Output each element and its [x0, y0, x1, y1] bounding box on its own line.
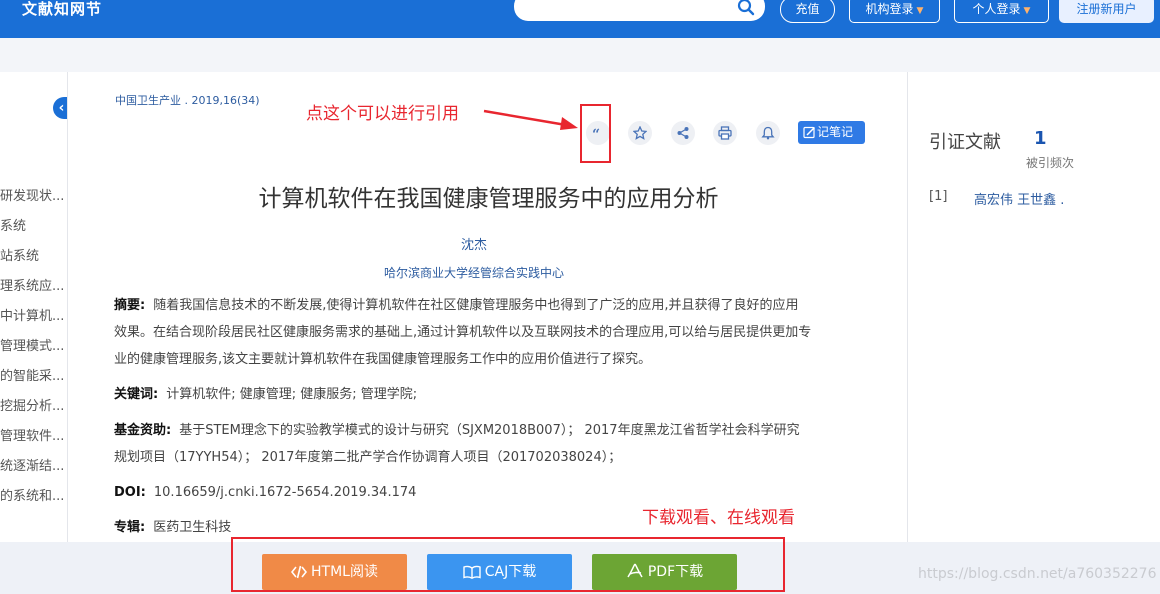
download-annotation: 下载观看、在线观看 [642, 508, 795, 528]
citation-panel-title: 引证文献 [929, 132, 1001, 153]
sidebar-item[interactable]: 管理软件... [0, 425, 67, 444]
cite-highlight-box [580, 104, 611, 163]
doi-label: DOI: [114, 485, 146, 500]
favorite-button[interactable] [628, 121, 652, 145]
share-button[interactable] [671, 121, 695, 145]
sidebar-item[interactable]: 理系统应... [0, 275, 67, 294]
annotation-arrow [483, 109, 578, 130]
institution-login-button[interactable]: 机构登录 ▼ [849, 0, 940, 23]
recharge-label: 充值 [795, 2, 820, 16]
sidebar-item[interactable]: 站系统 [0, 245, 67, 264]
abstract-label: 摘要: [114, 298, 146, 313]
bell-icon [761, 126, 775, 140]
citation-panel: 引证文献 1 被引频次 [1] 高宏伟 王世鑫 . [908, 72, 1160, 542]
doi-value: 10.16659/j.cnki.1672-5654.2019.34.174 [153, 485, 417, 500]
citation-authors[interactable]: 高宏伟 王世鑫 . [974, 189, 1064, 208]
keywords-label: 关键词: [114, 387, 159, 402]
abstract: 摘要: 随着我国信息技术的不断发展,使得计算机软件在社区健康管理服务中也得到了广泛… [114, 292, 874, 373]
doi-row: DOI: 10.16659/j.cnki.1672-5654.2019.34.17… [114, 479, 874, 506]
left-sidebar: 研发现状... 系统 站系统 理系统应... 中计算机... 管理模式... 的… [0, 72, 67, 542]
register-label: 注册新用户 [1076, 2, 1137, 16]
take-note-label: 记笔记 [817, 125, 854, 139]
abstract-text: 随着我国信息技术的不断发展,使得计算机软件在社区健康管理服务中也得到了广泛的应用… [153, 298, 799, 313]
organization-link[interactable]: 哈尔滨商业大学经管综合实践中心 [68, 264, 880, 281]
abstract-line: 效果。在结合现阶段居民社区健康服务需求的基础上,通过计算机软件以及互联网技术的合… [114, 325, 812, 340]
sidebar-item[interactable]: 的智能采... [0, 365, 67, 384]
sidebar-item[interactable]: 挖掘分析... [0, 395, 67, 414]
fund-text[interactable]: 基于STEM理念下的实验教学模式的设计与研究（SJXM2018B007）； 20… [179, 423, 799, 438]
special-label: 专辑: [114, 520, 146, 535]
citation-count-label: 被引频次 [1026, 156, 1075, 170]
print-button[interactable] [713, 121, 737, 145]
sidebar-item[interactable]: 统逐渐结... [0, 455, 67, 474]
sidebar-item[interactable]: 研发现状... [0, 185, 67, 204]
special-value: 医药卫生科技 [153, 520, 232, 535]
search-icon[interactable] [737, 0, 755, 20]
fund-section: 基金资助: 基于STEM理念下的实验教学模式的设计与研究（SJXM2018B007… [114, 417, 874, 471]
recharge-button[interactable]: 充值 [780, 0, 835, 23]
fund-label: 基金资助: [114, 423, 172, 438]
take-note-button[interactable]: 记笔记 [798, 121, 865, 144]
sidebar-item[interactable]: 的系统和... [0, 485, 67, 504]
top-header: 文献知网节 充值 机构登录 ▼ 个人登录 ▼ 注册新用户 [0, 0, 1160, 38]
keywords-row: 关键词: 计算机软件; 健康管理; 健康服务; 管理学院; [114, 381, 874, 408]
chevron-down-icon: ▼ [916, 6, 924, 16]
watermark: https://blog.csdn.net/a760352276 [918, 566, 1157, 582]
share-icon [677, 127, 689, 139]
cite-annotation: 点这个可以进行引用 [306, 104, 459, 124]
sidebar-item[interactable]: 中计算机... [0, 305, 67, 324]
fund-line[interactable]: 规划项目（17YYH54）； 2017年度第二批产学合作协调育人项目（20170… [114, 444, 874, 471]
sidebar-item[interactable]: 系统 [0, 215, 67, 234]
personal-login-button[interactable]: 个人登录 ▼ [954, 0, 1049, 23]
keywords-list[interactable]: 计算机软件; 健康管理; 健康服务; 管理学院; [166, 387, 417, 402]
citation-index: [1] [929, 189, 948, 204]
print-icon [718, 126, 732, 140]
institution-login-label: 机构登录 [865, 2, 914, 16]
download-highlight-box [231, 537, 785, 592]
citation-count[interactable]: 1 [1034, 128, 1047, 149]
chevron-down-icon: ▼ [1023, 6, 1031, 16]
register-button[interactable]: 注册新用户 [1059, 0, 1154, 23]
sidebar-item[interactable]: 管理模式... [0, 335, 67, 354]
search-box[interactable] [514, 0, 765, 21]
subscribe-button[interactable] [756, 121, 780, 145]
abstract-line: 业的健康管理服务,该文主要就计算机软件在我国健康管理服务工作中的应用价值进行了探… [114, 352, 652, 367]
edit-icon [803, 126, 816, 139]
star-icon [633, 126, 647, 140]
author-link[interactable]: 沈杰 [68, 234, 880, 253]
article-panel: 中国卫生产业 . 2019,16(34) “ 记笔记 计算机软件在我国健康管理服… [67, 72, 908, 542]
fund-line: 基金资助: 基于STEM理念下的实验教学模式的设计与研究（SJXM2018B007… [114, 417, 874, 444]
personal-login-label: 个人登录 [972, 2, 1021, 16]
journal-source[interactable]: 中国卫生产业 . 2019,16(34) [115, 92, 260, 108]
article-title: 计算机软件在我国健康管理服务中的应用分析 [258, 186, 719, 212]
abstract-line: 摘要: 随着我国信息技术的不断发展,使得计算机软件在社区健康管理服务中也得到了广泛… [114, 292, 874, 319]
site-logo[interactable]: 文献知网节 [22, 0, 102, 19]
